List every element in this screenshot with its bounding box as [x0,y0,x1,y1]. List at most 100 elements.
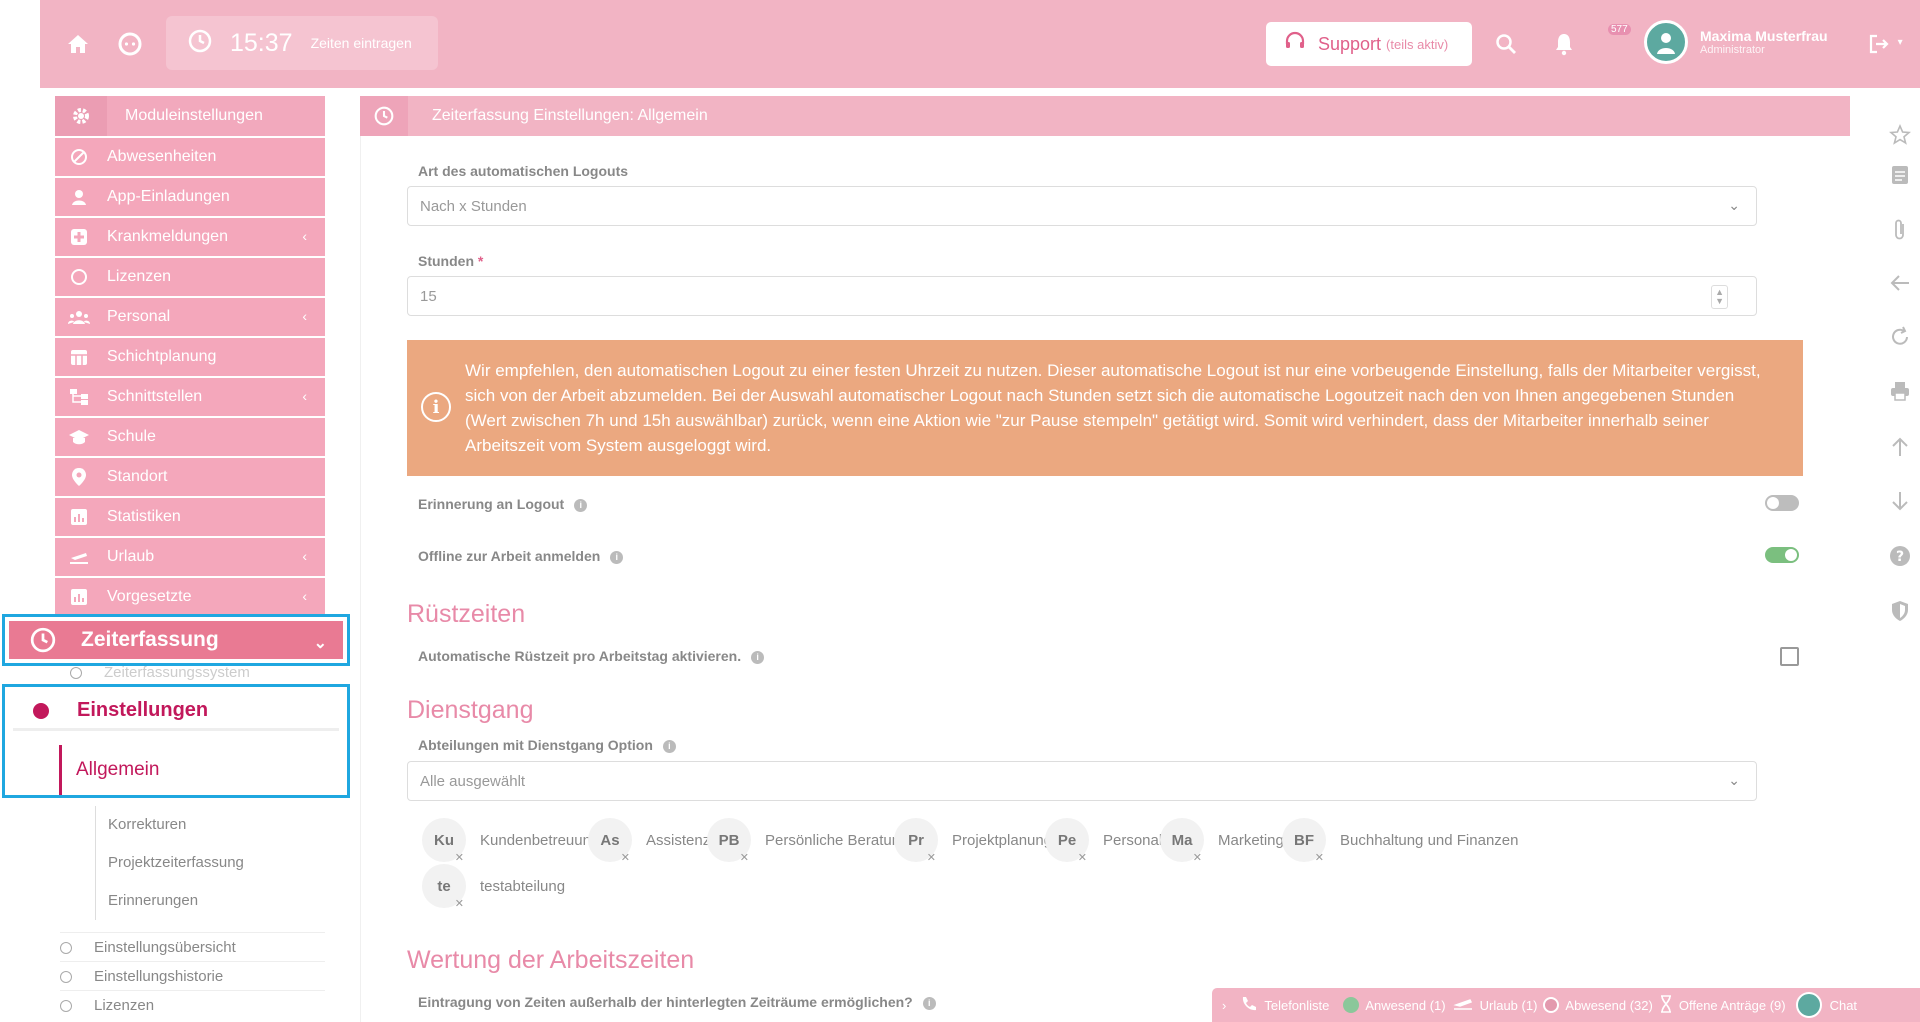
remove-icon[interactable]: ✕ [740,851,749,864]
sidebar-item-app-einladungen[interactable]: App-Einladungen [55,178,325,216]
sidebar-item-vorgesetzte[interactable]: Vorgesetzte ‹ [55,578,325,616]
sidebar-item-label: Krankmeldungen [107,228,228,245]
star-icon[interactable] [1882,120,1918,150]
chevron-left-icon: ‹ [302,308,307,324]
chat-link[interactable]: Chat [1830,998,1857,1013]
arrow-up-icon[interactable] [1882,432,1918,462]
department-chip[interactable]: BF ✕ Buchhaltung und Finanzen [1282,818,1518,864]
remove-icon[interactable]: ✕ [1078,851,1087,864]
present-link[interactable]: Anwesend (1) [1365,998,1445,1013]
arrow-down-icon[interactable] [1882,486,1918,516]
department-chip[interactable]: PB ✕ Persönliche Beratung [707,818,908,864]
sidebar-item-krankmeldungen[interactable]: Krankmeldungen ‹ [55,218,325,256]
stepper-icon[interactable]: ▲ ▼ [1711,285,1728,309]
bell-icon[interactable] [1548,28,1580,60]
department-avatar: PB ✕ [707,818,751,864]
toggle-knob [1785,549,1797,561]
chevron-right-icon[interactable]: › [1222,998,1226,1013]
settings-panel [360,136,1850,1022]
sidebar-item-projektzeiterfassung[interactable]: Projektzeiterfassung [96,844,325,882]
paperclip-icon[interactable] [1882,215,1918,245]
department-chip[interactable]: Pr ✕ Projektplanung [894,818,1052,864]
remove-icon[interactable]: ✕ [455,851,464,864]
requests-link[interactable]: Offene Anträge (9) [1679,998,1786,1013]
chart-icon [55,508,103,526]
headset-icon [1284,31,1306,58]
sidebar-item-lizenzen[interactable]: Lizenzen [55,258,325,296]
info-icon[interactable]: i [662,739,676,753]
info-icon[interactable]: i [751,650,765,664]
document-icon[interactable] [1882,160,1918,190]
sidebar-item-einstellungen[interactable]: Einstellungen [13,693,339,731]
hours-label-text: Stunden [418,253,474,269]
sidebar-item-abwesenheiten[interactable]: Abwesenheiten [55,138,325,176]
allgemein-label: Allgemein [76,759,160,780]
calendar-icon [55,348,103,366]
help-icon[interactable]: ? [1882,541,1918,571]
info-icon[interactable]: i [574,498,588,512]
sidebar-item-allgemein[interactable]: Allgemein [59,745,159,795]
remove-icon[interactable]: ✕ [927,851,936,864]
arrow-left-icon[interactable] [1882,268,1918,298]
logout-icon[interactable] [1863,28,1895,60]
refresh-icon[interactable] [1882,322,1918,352]
circle-icon [60,1000,72,1013]
sidebar-item-erinnerungen[interactable]: Erinnerungen [96,882,325,920]
department-chip[interactable]: Ma ✕ Marketing [1160,818,1284,864]
remove-icon[interactable]: ✕ [455,897,464,910]
department-chip[interactable]: Ku ✕ Kundenbetreuung [422,818,599,864]
vacation-link[interactable]: Urlaub (1) [1480,998,1538,1013]
time-entry-box[interactable]: 15:37 Zeiten eintragen [166,16,438,70]
sidebar-item-label: Vorgesetzte [107,588,192,605]
chevron-down-icon[interactable]: ▾ [1898,37,1903,48]
absent-link[interactable]: Abwesend (32) [1565,998,1652,1013]
sidebar-item-statistiken[interactable]: Statistiken [55,498,325,536]
remove-icon[interactable]: ✕ [1193,851,1202,864]
sidebar-item-lizenzen-sub[interactable]: Lizenzen [60,990,325,1019]
sidebar-item-schichtplanung[interactable]: Schichtplanung [55,338,325,376]
support-button[interactable]: Support (teils aktiv) [1266,22,1472,66]
logout-type-select[interactable]: Nach x Stunden ⌄ [407,186,1757,226]
sidebar-item-schnittstellen[interactable]: Schnittstellen ‹ [55,378,325,416]
departments-select[interactable]: Alle ausgewählt ⌄ [407,761,1757,801]
reminder-toggle[interactable] [1765,495,1799,511]
info-icon[interactable]: i [922,996,936,1010]
lizenzen-sub-label: Lizenzen [94,997,155,1014]
shield-icon[interactable] [1882,596,1918,626]
department-chip[interactable]: Pe ✕ Personal [1045,818,1162,864]
home-icon[interactable] [62,28,94,60]
offline-toggle[interactable] [1765,547,1799,563]
settings-subtree: Korrekturen Projektzeiterfassung Erinner… [95,806,325,920]
remove-icon[interactable]: ✕ [621,851,630,864]
circle-icon [55,268,103,286]
sidebar-item-einstellungsuebersicht[interactable]: Einstellungsübersicht [60,932,325,961]
search-icon[interactable] [1490,28,1522,60]
hours-input[interactable]: 15 ▲ ▼ [407,276,1757,316]
info-icon[interactable]: i [610,550,624,564]
sidebar-item-zeiterfassung[interactable]: Zeiterfassung ⌄ [2,614,350,666]
ruest-checkbox[interactable] [1780,647,1799,666]
sidebar-item-einstellungshistorie[interactable]: Einstellungshistorie [60,961,325,990]
sidebar-item-standort[interactable]: Standort [55,458,325,496]
departments-value: Alle ausgewählt [420,772,526,790]
sidebar-item-korrekturen[interactable]: Korrekturen [96,806,325,844]
offline-row: Offline zur Arbeit anmelden i [418,548,624,564]
sidebar-item-urlaub[interactable]: Urlaub ‹ [55,538,325,576]
department-abbr: Ma [1171,831,1193,849]
department-abbr: Pe [1057,831,1077,849]
baby-icon[interactable] [114,28,146,60]
department-chip[interactable]: As ✕ Assistenz [588,818,710,864]
department-chip[interactable]: te ✕ testabteilung [422,864,565,910]
phone-list-link[interactable]: Telefonliste [1264,998,1329,1013]
print-icon[interactable] [1882,376,1918,406]
module-settings-item[interactable]: Moduleinstellungen [55,96,325,136]
remove-icon[interactable]: ✕ [1315,851,1324,864]
sidebar-item-zeiterfassungssystem[interactable]: Zeiterfassungssystem [70,664,250,681]
avatar [1644,20,1688,64]
plane-icon [55,549,103,565]
sidebar-item-schule[interactable]: Schule [55,418,325,456]
gear-icon [55,96,107,136]
medical-icon [55,228,103,246]
clock-icon [360,96,408,136]
sidebar-item-personal[interactable]: Personal ‹ [55,298,325,336]
